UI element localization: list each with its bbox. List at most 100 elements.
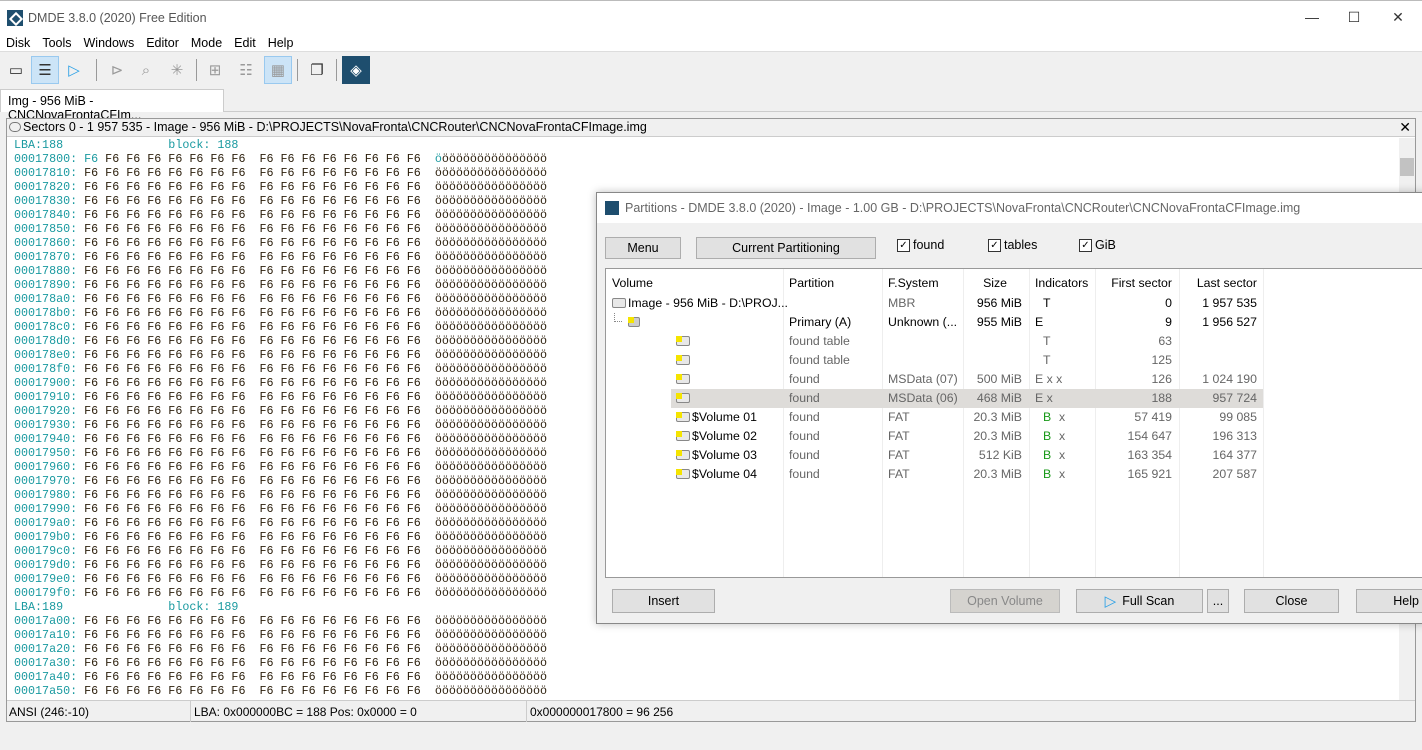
ascii-text: ööööööööööööööö <box>441 152 548 166</box>
help-button[interactable]: Help <box>1356 589 1422 613</box>
hex-address: 00017910: <box>14 390 78 404</box>
minimize-button[interactable]: — <box>1302 9 1322 27</box>
play-icon: ▷ <box>68 62 80 79</box>
tree-view-button[interactable]: ⊞ <box>201 56 229 84</box>
menu-button[interactable]: Menu <box>605 237 681 259</box>
checkbox-gib[interactable]: ✓ GiB <box>1079 238 1116 252</box>
hex-bytes: F6 F6 F6 F6 F6 F6 F6 F6 F6 F6 F6 F6 F6 F… <box>84 292 421 306</box>
hex-view-button[interactable]: ▦ <box>264 56 292 84</box>
column-header-indicators[interactable]: Indicators <box>1035 276 1088 290</box>
menu-help[interactable]: Help <box>262 34 300 50</box>
ascii-text: öööööööööööööööö <box>434 306 548 320</box>
filesystem: MSData (06) <box>888 391 958 405</box>
find-icon: ⌕ <box>141 61 151 79</box>
close-dialog-button[interactable]: Close <box>1244 589 1339 613</box>
checkbox-tables[interactable]: ✓ tables <box>988 238 1037 252</box>
dmde-logo-button[interactable]: ◈ <box>342 56 370 84</box>
current-partitioning-button[interactable]: Current Partitioning <box>696 237 876 259</box>
hex-row[interactable]: 00017a50: F6 F6 F6 F6 F6 F6 F6 F6 F6 F6 … <box>14 684 1399 698</box>
first-sector: 0 <box>1165 296 1172 310</box>
checkbox-box[interactable]: ✓ <box>1079 238 1092 252</box>
ascii-text: öööööööööööööööö <box>434 390 548 404</box>
hex-bytes: F6 F6 F6 F6 F6 F6 F6 F6 F6 F6 F6 F6 F6 F… <box>84 614 421 628</box>
partition-row[interactable]: $Volume 02 found FAT 20.3 MiB Bx 154 647 196 3… <box>606 427 1422 446</box>
ascii-text: öööööööööööööööö <box>434 180 548 194</box>
partition-row[interactable]: $Volume 04 found FAT 20.3 MiB Bx 165 921 207 5… <box>606 465 1422 484</box>
dialog-title-bar: Partitions - DMDE 3.8.0 (2020) - Image -… <box>597 193 1422 223</box>
menu-windows[interactable]: Windows <box>78 34 141 50</box>
hex-address: 00017960: <box>14 460 78 474</box>
ascii-text: öööööööööööööööö <box>434 334 548 348</box>
column-header-last-sector[interactable]: Last sector <box>1197 276 1257 290</box>
hex-address: 000179f0: <box>14 586 78 600</box>
menu-disk[interactable]: Disk <box>0 34 36 50</box>
volume-icon <box>676 469 690 479</box>
partition-row[interactable]: $Volume 03 found FAT 512 KiB Bx 163 354 164 37… <box>606 446 1422 465</box>
scrollbar-thumb[interactable] <box>1400 158 1414 176</box>
last-sector: 1 024 190 <box>1202 372 1257 386</box>
hex-address: 000178b0: <box>14 306 78 320</box>
partition-row[interactable]: found table T 63 <box>606 332 1422 351</box>
hex-address: 000179b0: <box>14 530 78 544</box>
column-header-partition[interactable]: Partition <box>789 276 834 290</box>
panel-close-button[interactable]: ✕ <box>1399 119 1411 136</box>
partition-type: found <box>789 391 820 405</box>
full-scan-button[interactable]: ▷ Full Scan <box>1076 589 1203 613</box>
maximize-button[interactable]: ☐ <box>1344 9 1364 27</box>
ascii-text: öööööööööööööööö <box>434 488 548 502</box>
step-button[interactable]: ⊳ <box>103 56 131 84</box>
partitions-table: Volume Partition F.System Size Indicators Fir… <box>605 268 1422 578</box>
column-header-f-system[interactable]: F.System <box>888 276 939 290</box>
size: 512 KiB <box>978 448 1022 462</box>
ascii-text: öööööööööööööööö <box>434 376 548 390</box>
disk-icon <box>612 298 626 308</box>
close-button[interactable]: ✕ <box>1388 9 1408 27</box>
hex-bytes: F6 F6 F6 F6 F6 F6 F6 F6 F6 F6 F6 F6 F6 F… <box>84 180 421 194</box>
play-button[interactable]: ▷ <box>60 56 88 84</box>
hex-row[interactable]: 00017a10: F6 F6 F6 F6 F6 F6 F6 F6 F6 F6 … <box>14 628 1399 642</box>
column-header-size[interactable]: Size <box>983 276 1007 290</box>
unknown-partition-icon <box>628 317 640 327</box>
partition-type: Primary (A) <box>789 315 852 329</box>
new-button[interactable]: ✳ <box>163 56 191 84</box>
partition-row[interactable]: found MSData (07) 500 MiB E x x 126 1 024 190 <box>606 370 1422 389</box>
open-volume-button[interactable]: Open Volume <box>950 589 1060 613</box>
hex-row[interactable]: 00017a30: F6 F6 F6 F6 F6 F6 F6 F6 F6 F6 … <box>14 656 1399 670</box>
menu-edit[interactable]: Edit <box>228 34 262 50</box>
column-header-volume[interactable]: Volume <box>612 276 653 290</box>
hex-row[interactable]: 00017800: F6 F6 F6 F6 F6 F6 F6 F6 F6 F6 … <box>14 152 1399 166</box>
hex-row[interactable]: 00017810: F6 F6 F6 F6 F6 F6 F6 F6 F6 F6 … <box>14 166 1399 180</box>
ascii-text: öööööööööööööööö <box>434 642 548 656</box>
find-button[interactable]: ⌕ <box>132 56 160 84</box>
tab-image[interactable]: Img - 956 MiB - CNCNovaFrontaCFIm... <box>0 89 224 122</box>
partitions-dialog: Partitions - DMDE 3.8.0 (2020) - Image -… <box>596 192 1422 624</box>
last-sector: 196 313 <box>1212 429 1257 443</box>
partition-row[interactable]: $Volume 01 found FAT 20.3 MiB Bx 57 419 99 085 <box>606 408 1422 427</box>
partition-row[interactable]: Image - 956 MiB - D:\PROJ... MBR 956 MiB T 0… <box>606 294 1422 313</box>
status-encoding: ANSI (246:-10) <box>9 705 90 719</box>
size: 20.3 MiB <box>973 410 1022 424</box>
insert-button[interactable]: Insert <box>612 589 715 613</box>
partition-row[interactable]: Primary (A) Unknown (... 955 MiB E 9 1 956 52… <box>606 313 1422 332</box>
menu-tools[interactable]: Tools <box>36 34 77 50</box>
menu-mode[interactable]: Mode <box>185 34 228 50</box>
indicators: B <box>1043 410 1052 424</box>
checkbox-found[interactable]: ✓ found <box>897 238 944 252</box>
partitions-button[interactable]: ☰ <box>31 56 59 84</box>
menu-editor[interactable]: Editor <box>140 34 185 50</box>
hex-row[interactable]: 00017a20: F6 F6 F6 F6 F6 F6 F6 F6 F6 F6 … <box>14 642 1399 656</box>
checkbox-box[interactable]: ✓ <box>988 238 1001 252</box>
checkbox-box[interactable]: ✓ <box>897 238 910 252</box>
status-bar: ANSI (246:-10) LBA: 0x000000BC = 188 Pos… <box>7 700 1415 722</box>
windows-button[interactable]: ❐ <box>303 56 331 84</box>
hex-row[interactable]: 00017a40: F6 F6 F6 F6 F6 F6 F6 F6 F6 F6 … <box>14 670 1399 684</box>
partition-row[interactable]: found table T 125 <box>606 351 1422 370</box>
column-header-first-sector[interactable]: First sector <box>1111 276 1172 290</box>
list-view-button[interactable]: ☷ <box>232 56 260 84</box>
disk-button[interactable]: ▭ <box>2 56 30 84</box>
scan-options-button[interactable]: ... <box>1207 589 1229 613</box>
partition-row[interactable]: found MSData (06) 468 MiB E x 188 957 724 <box>606 389 1422 408</box>
hex-address: 000179c0: <box>14 544 78 558</box>
step-icon: ⊳ <box>110 62 124 79</box>
hex-cursor-byte[interactable]: F6 <box>84 152 98 166</box>
